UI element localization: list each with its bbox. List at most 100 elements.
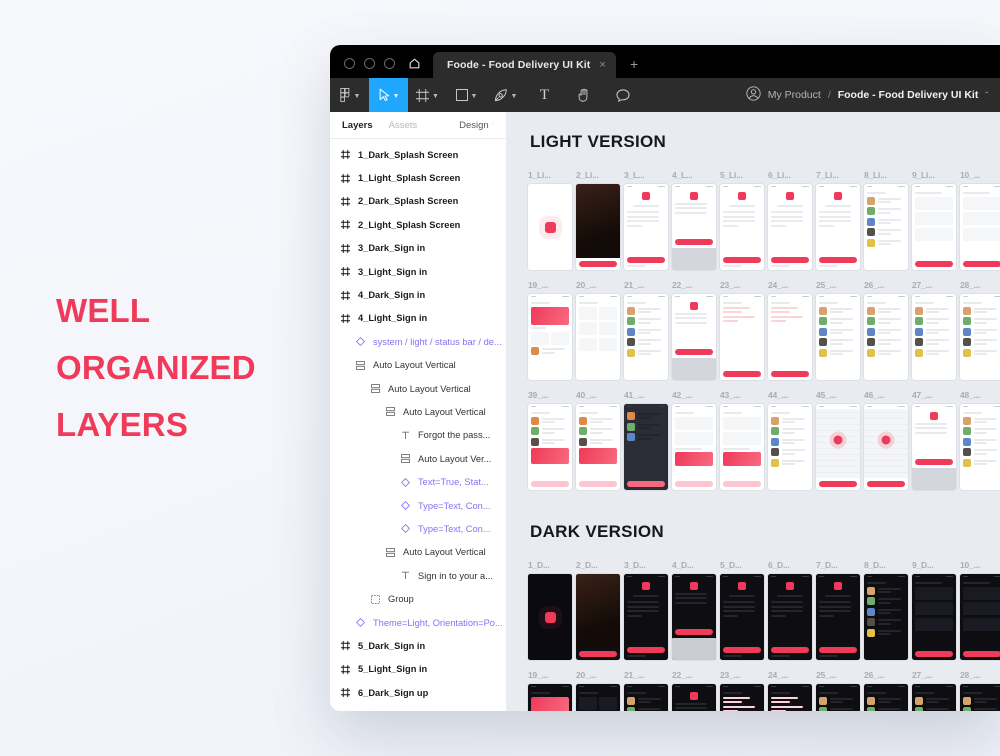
layer-row[interactable]: Auto Layout Vertical <box>330 377 506 400</box>
frame-preview[interactable] <box>816 684 860 711</box>
frame-preview[interactable] <box>672 404 716 490</box>
frame-preview[interactable] <box>816 294 860 380</box>
frame-preview[interactable] <box>864 684 908 711</box>
frame-thumbnail[interactable]: 27_... <box>912 280 956 380</box>
frame-thumbnail[interactable]: 2_Li... <box>576 170 620 270</box>
frame-thumbnail[interactable]: 6_Li... <box>768 170 812 270</box>
layer-row[interactable]: Type=Text, Con... <box>330 517 506 540</box>
frame-thumbnail[interactable]: 4_L... <box>672 170 716 270</box>
browser-tab[interactable]: Foode - Food Delivery UI Kit × <box>433 52 616 78</box>
frame-thumbnail[interactable]: 47_... <box>912 390 956 490</box>
hand-tool-icon[interactable] <box>564 78 603 112</box>
frame-thumbnail[interactable]: 21_... <box>624 670 668 711</box>
tab-layers[interactable]: Layers <box>342 120 373 131</box>
frame-preview[interactable] <box>576 684 620 711</box>
frame-preview[interactable] <box>624 294 668 380</box>
frame-preview[interactable] <box>864 294 908 380</box>
layer-row[interactable]: system / light / status bar / de... <box>330 330 506 353</box>
tab-assets[interactable]: Assets <box>389 120 418 131</box>
layer-row[interactable]: Type=Text, Con... <box>330 494 506 517</box>
frame-thumbnail[interactable]: 48_... <box>960 390 1000 490</box>
frame-thumbnail[interactable]: 5_Li... <box>720 170 764 270</box>
frame-preview[interactable] <box>624 684 668 711</box>
frame-preview[interactable] <box>960 294 1000 380</box>
frame-thumbnail[interactable]: 25_... <box>816 670 860 711</box>
frame-thumbnail[interactable]: 9_Li... <box>912 170 956 270</box>
menu-figma-icon[interactable]: ▼ <box>330 78 369 112</box>
frame-thumbnail[interactable]: 27_... <box>912 670 956 711</box>
frame-preview[interactable] <box>768 404 812 490</box>
frame-thumbnail[interactable]: 3_L... <box>624 170 668 270</box>
frame-thumbnail[interactable]: 26_... <box>864 670 908 711</box>
frame-thumbnail[interactable]: 22_... <box>672 670 716 711</box>
frame-preview[interactable] <box>720 404 764 490</box>
frame-preview[interactable] <box>576 404 620 490</box>
frame-thumbnail[interactable]: 25_... <box>816 280 860 380</box>
frame-thumbnail[interactable]: 8_D... <box>864 560 908 660</box>
layer-row[interactable]: Auto Layout Ver... <box>330 447 506 470</box>
frame-thumbnail[interactable]: 20_... <box>576 670 620 711</box>
layer-row[interactable]: Auto Layout Vertical <box>330 541 506 564</box>
layer-row[interactable]: 4_Dark_Sign in <box>330 283 506 306</box>
frame-thumbnail[interactable]: 19_... <box>528 280 572 380</box>
frame-preview[interactable] <box>912 404 956 490</box>
frame-thumbnail[interactable]: 6_D... <box>768 560 812 660</box>
layer-row[interactable]: 1_Dark_Splash Screen <box>330 143 506 166</box>
frame-thumbnail[interactable]: 19_... <box>528 670 572 711</box>
frame-preview[interactable] <box>768 184 812 270</box>
layer-row[interactable]: 5_Light_Sign in <box>330 658 506 681</box>
tab-design[interactable]: Design ˇ <box>459 120 494 131</box>
layer-row[interactable]: 2_Dark_Splash Screen <box>330 190 506 213</box>
frame-thumbnail[interactable]: 7_D... <box>816 560 860 660</box>
frame-thumbnail[interactable]: 23_... <box>720 670 764 711</box>
frame-thumbnail[interactable]: 42_... <box>672 390 716 490</box>
frame-preview[interactable] <box>912 294 956 380</box>
layer-tree[interactable]: 1_Dark_Splash Screen 1_Light_Splash Scree… <box>330 139 506 711</box>
frame-thumbnail[interactable]: 43_... <box>720 390 764 490</box>
frame-thumbnail[interactable]: 22_... <box>672 280 716 380</box>
frame-preview[interactable] <box>624 184 668 270</box>
frame-preview[interactable] <box>576 574 620 660</box>
layer-row[interactable]: Forgot the pass... <box>330 424 506 447</box>
frame-preview[interactable] <box>864 184 908 270</box>
frame-thumbnail[interactable]: 23_... <box>720 280 764 380</box>
frame-thumbnail[interactable]: 24_... <box>768 670 812 711</box>
frame-preview[interactable] <box>720 684 764 711</box>
frame-thumbnail[interactable]: 5_D... <box>720 560 764 660</box>
frame-preview[interactable] <box>768 684 812 711</box>
layer-row[interactable]: 6_Dark_Sign up <box>330 681 506 704</box>
frame-preview[interactable] <box>672 294 716 380</box>
frame-thumbnail[interactable]: 7_Li... <box>816 170 860 270</box>
layer-row[interactable]: Auto Layout Vertical <box>330 354 506 377</box>
frame-preview[interactable] <box>528 684 572 711</box>
frame-thumbnail[interactable]: 10_... <box>960 560 1000 660</box>
frame-thumbnail[interactable]: 8_Li... <box>864 170 908 270</box>
layer-row[interactable]: Text=True, Stat... <box>330 470 506 493</box>
frame-preview[interactable] <box>528 574 572 660</box>
layer-row[interactable]: 2_Light_Splash Screen <box>330 213 506 236</box>
frame-preview[interactable] <box>528 184 572 270</box>
frame-preview[interactable] <box>672 184 716 270</box>
layer-row[interactable]: 1_Light_Splash Screen <box>330 166 506 189</box>
frame-preview[interactable] <box>864 404 908 490</box>
design-canvas[interactable]: LIGHT VERSION 1_Li... 2_Li... 3_L... 4_L.… <box>506 112 1000 711</box>
layer-row[interactable]: Theme=Light, Orientation=Po... <box>330 611 506 634</box>
layer-row[interactable]: Auto Layout Vertical <box>330 400 506 423</box>
frame-preview[interactable] <box>816 184 860 270</box>
frame-thumbnail[interactable]: 41_... <box>624 390 668 490</box>
frame-preview[interactable] <box>960 184 1000 270</box>
frame-thumbnail[interactable]: 9_D... <box>912 560 956 660</box>
frame-preview[interactable] <box>912 184 956 270</box>
pen-tool-icon[interactable]: ▼ <box>486 78 525 112</box>
frame-preview[interactable] <box>864 574 908 660</box>
frame-thumbnail[interactable]: 39_... <box>528 390 572 490</box>
minimize-window-icon[interactable] <box>364 58 375 69</box>
frame-thumbnail[interactable]: 40_... <box>576 390 620 490</box>
frame-thumbnail[interactable]: 10_... <box>960 170 1000 270</box>
frame-thumbnail[interactable]: 46_... <box>864 390 908 490</box>
layer-row[interactable]: Group <box>330 587 506 610</box>
frame-thumbnail[interactable]: 28_... <box>960 280 1000 380</box>
new-tab-button[interactable]: + <box>616 57 638 78</box>
frame-thumbnail[interactable]: 28_... <box>960 670 1000 711</box>
frame-preview[interactable] <box>960 684 1000 711</box>
